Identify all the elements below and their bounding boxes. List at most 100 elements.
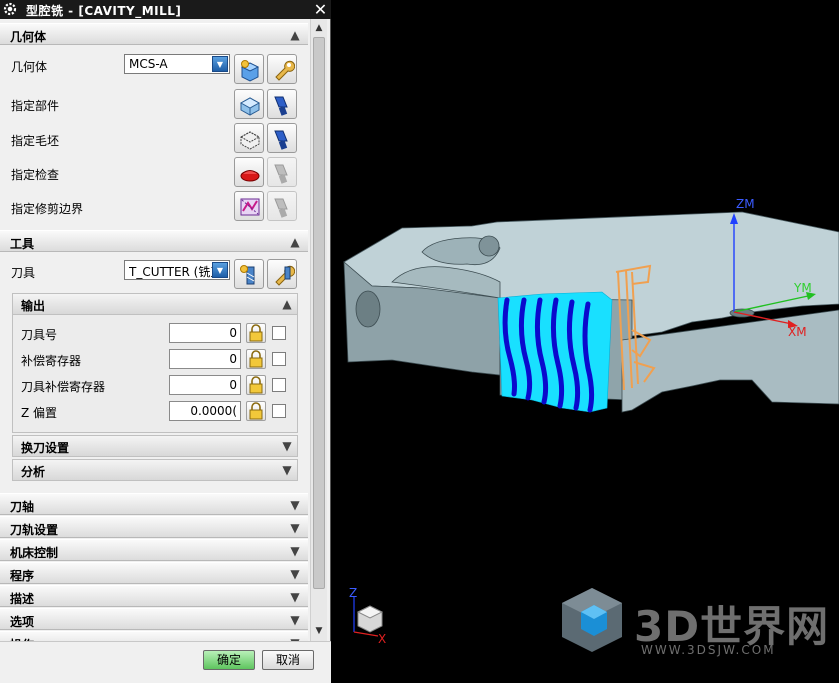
watermark-logo [562,588,622,652]
xm-axis-label: XM [788,325,807,339]
adjust-register-input[interactable]: 0 [169,349,241,369]
zm-axis-label: ZM [736,197,755,211]
section-title: 程序 [10,569,35,583]
dialog-button-bar: 确定 取消 [0,641,331,683]
geometry-section-header[interactable]: 几何体 ▲ [0,23,308,45]
flashlight-icon [274,198,288,218]
program-section-header[interactable]: 程序 ▼ [0,562,308,584]
dialog-titlebar: 型腔铣 - [CAVITY_MILL] ✕ [0,0,331,19]
geometry-select-value: MCS-A [129,57,168,71]
path-settings-section-header[interactable]: 刀轨设置 ▼ [0,516,308,538]
display-part-button[interactable] [267,89,297,119]
chevron-down-icon[interactable]: ▼ [287,566,303,582]
chevron-down-icon[interactable]: ▼ [212,262,228,278]
geometry-label: 几何体 [11,60,48,74]
tool-change-subsection-header[interactable]: 换刀设置 ▼ [12,435,298,457]
wrench-icon [275,60,295,81]
section-title: 刀轨设置 [10,523,59,537]
chevron-down-icon[interactable]: ▼ [212,56,228,72]
machine-control-section-header[interactable]: 机床控制 ▼ [0,539,308,561]
tool-axis-section-header[interactable]: 刀轴 ▼ [0,493,308,515]
chevron-down-icon[interactable]: ▼ [287,520,303,536]
tool-section-title: 工具 [10,237,35,251]
select-part-button[interactable] [234,89,264,119]
new-geometry-button[interactable] [234,54,264,84]
adjust-register-checkbox[interactable] [272,352,286,366]
z-offset-checkbox[interactable] [272,404,286,418]
z-triad-label: Z [349,586,357,600]
scroll-up-icon[interactable]: ▲ [311,20,327,36]
cutcom-register-checkbox[interactable] [272,378,286,392]
tool-number-input[interactable]: 0 [169,323,241,343]
section-title: 刀轴 [10,500,35,514]
gear-icon[interactable] [2,1,18,17]
flashlight-icon [274,130,288,150]
new-tool-icon [240,265,255,285]
dialog-content: 几何体 ▲ 几何体 MCS-A ▼ 指定部件 指定毛坯 指定检查 指定修剪边界 … [0,19,310,641]
select-blank-button[interactable] [234,123,264,153]
cutcom-register-lock-button[interactable] [246,375,266,395]
actions-section-header[interactable]: 操作 ▼ [0,631,308,641]
tool-number-lock-button[interactable] [246,323,266,343]
analysis-subsection-title: 分析 [21,465,46,479]
output-subsection-header[interactable]: 输出 ▲ [12,293,298,315]
chevron-down-icon[interactable]: ▼ [287,589,303,605]
graphics-viewport[interactable]: ZM YM XM Z X 3D世界网 WWW.3DSJW.COM [332,0,839,683]
geometry-select[interactable]: MCS-A ▼ [124,54,230,74]
chevron-up-icon[interactable]: ▲ [287,234,303,250]
ok-button[interactable]: 确定 [203,650,255,670]
chevron-up-icon[interactable]: ▲ [279,296,295,312]
dialog-title: 型腔铣 - [CAVITY_MILL] [26,4,182,18]
new-tool-button[interactable] [234,259,264,289]
cancel-button[interactable]: 取消 [262,650,314,670]
z-offset-label: Z 偏置 [21,406,58,420]
tool-change-subsection-title: 换刀设置 [21,441,70,455]
cutcom-register-input[interactable]: 0 [169,375,241,395]
blank-icon [239,131,261,150]
z-offset-lock-button[interactable] [246,401,266,421]
scroll-down-icon[interactable]: ▼ [311,623,327,639]
scrollbar-thumb[interactable] [313,37,325,589]
chevron-up-icon[interactable]: ▲ [287,27,303,43]
view-orientation-triad [353,596,384,637]
edit-tool-button[interactable] [267,259,297,289]
x-triad-label: X [378,632,386,646]
z-offset-value: 0.0000( [190,404,237,418]
section-title: 机床控制 [10,546,59,560]
edit-geometry-button[interactable] [267,54,297,84]
lock-icon [249,402,263,420]
lock-icon [249,350,263,368]
adjust-register-lock-button[interactable] [246,349,266,369]
adjust-register-label: 补偿寄存器 [21,354,82,368]
lock-icon [249,376,263,394]
close-icon[interactable]: ✕ [312,1,329,18]
lock-icon [249,324,263,342]
flashlight-icon [274,96,288,116]
cutcom-register-value: 0 [229,378,237,392]
display-blank-button[interactable] [267,123,297,153]
cutcom-register-label: 刀具补偿寄存器 [21,380,106,394]
z-offset-input[interactable]: 0.0000( [169,401,241,421]
display-check-button[interactable] [267,157,297,187]
chevron-down-icon[interactable]: ▼ [287,543,303,559]
tool-label: 刀具 [11,266,36,280]
select-trim-boundary-button[interactable] [234,191,264,221]
tool-number-checkbox[interactable] [272,326,286,340]
description-section-header[interactable]: 描述 ▼ [0,585,308,607]
analysis-subsection-header[interactable]: 分析 ▼ [12,459,298,481]
display-trim-boundary-button[interactable] [267,191,297,221]
section-title: 描述 [10,592,35,606]
tool-section-header[interactable]: 工具 ▲ [0,230,308,252]
tool-select[interactable]: T_CUTTER (铣刀 ▼ [124,260,230,280]
dialog-scrollbar[interactable]: ▲ ▼ [310,19,327,641]
watermark-url-text: WWW.3DSJW.COM [641,643,776,657]
options-section-header[interactable]: 选项 ▼ [0,608,308,630]
chevron-down-icon[interactable]: ▼ [287,497,303,513]
model-view: ZM YM XM Z X [343,197,839,652]
chevron-down-icon[interactable]: ▼ [287,612,303,628]
select-check-button[interactable] [234,157,264,187]
chevron-down-icon[interactable]: ▼ [279,438,295,454]
cavity-mill-dialog: 型腔铣 - [CAVITY_MILL] ✕ 几何体 ▲ 几何体 MCS-A ▼ [0,0,331,683]
part-icon [239,97,261,116]
chevron-down-icon[interactable]: ▼ [279,462,295,478]
